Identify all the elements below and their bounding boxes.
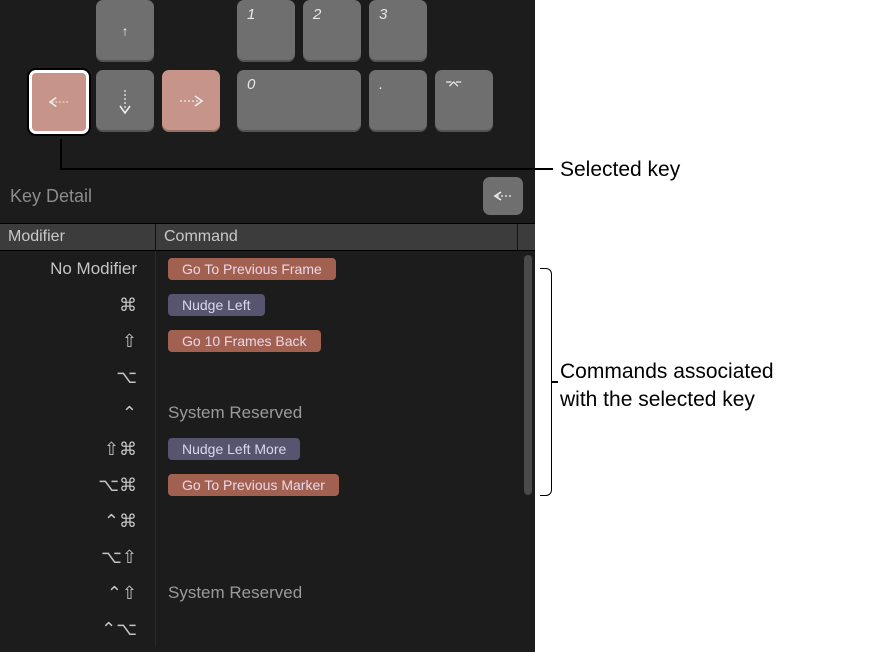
modifier-cell: ⇧ [0,323,156,359]
selected-key-indicator[interactable] [483,177,523,215]
modifier-cell: No Modifier [0,251,156,287]
callout-line [60,139,62,169]
key-enter[interactable]: ⌤ [435,70,493,132]
command-cell: Nudge Left More [156,431,535,467]
key-detail-panel: ↑ 1 2 3 [0,0,535,652]
table-header: Modifier Command [0,223,535,251]
callout-line [552,381,558,383]
modifier-cell: ⌥ [0,359,156,395]
table-row[interactable]: No Modifier Go To Previous Frame [0,251,535,287]
table-row[interactable]: ⌃⇧ System Reserved [0,575,535,611]
key-dot[interactable]: . [369,70,427,132]
key-right[interactable] [162,70,220,132]
table-row[interactable]: ⇧⌘ Nudge Left More [0,431,535,467]
up-arrow-icon: ↑ [122,24,129,39]
callout-line [60,168,553,170]
callout-bracket [540,268,552,496]
left-arrow-icon [32,73,86,131]
down-arrow-icon [96,70,154,132]
key-up[interactable]: ↑ [96,0,154,62]
command-cell: Nudge Left [156,287,535,323]
command-cell: Go To Previous Frame [156,251,535,287]
command-cell [156,611,535,647]
command-pill[interactable]: Nudge Left [168,294,265,316]
command-cell [156,539,535,575]
table-row[interactable]: ⌃⌥ [0,611,535,647]
column-command[interactable]: Command [156,224,517,250]
key-1[interactable]: 1 [237,0,295,62]
command-cell: Go To Previous Marker [156,467,535,503]
key-detail-header: Key Detail [0,165,535,223]
key-0[interactable]: 0 [237,70,361,132]
right-arrow-icon [162,70,220,132]
modifier-cell: ⇧⌘ [0,431,156,467]
key-3[interactable]: 3 [369,0,427,62]
modifier-cell: ⌃⌥ [0,611,156,647]
key-down[interactable] [96,70,154,132]
table-row[interactable]: ⌃ System Reserved [0,395,535,431]
command-cell [156,359,535,395]
command-cell: System Reserved [156,575,535,611]
column-modifier[interactable]: Modifier [0,224,156,250]
column-spacer [517,224,535,250]
command-cell: System Reserved [156,395,535,431]
key-left-selected[interactable] [29,70,89,134]
annotation-selected-key: Selected key [560,156,680,184]
table-row[interactable]: ⌥ [0,359,535,395]
key-2[interactable]: 2 [303,0,361,62]
modifier-cell: ⌥⌘ [0,467,156,503]
modifier-cell: ⌘ [0,287,156,323]
annotation-commands: Commands associated with the selected ke… [560,358,774,415]
table-row[interactable]: ⌘ Nudge Left [0,287,535,323]
table-row[interactable]: ⌥⇧ [0,539,535,575]
table-row[interactable]: ⌥⌘ Go To Previous Marker [0,467,535,503]
key-detail-title: Key Detail [10,186,92,207]
command-pill[interactable]: Go To Previous Marker [168,474,339,496]
table-row[interactable]: ⇧ Go 10 Frames Back [0,323,535,359]
command-pill[interactable]: Nudge Left More [168,438,300,460]
scrollbar[interactable] [524,255,532,495]
command-cell [156,503,535,539]
command-rows: No Modifier Go To Previous Frame ⌘ Nudge… [0,251,535,649]
modifier-cell: ⌃⇧ [0,575,156,611]
modifier-cell: ⌃ [0,395,156,431]
modifier-cell: ⌥⇧ [0,539,156,575]
command-pill[interactable]: Go To Previous Frame [168,258,336,280]
table-row[interactable]: ⌃⌘ [0,503,535,539]
left-arrow-icon [491,188,515,204]
system-reserved-label: System Reserved [168,583,302,603]
command-pill[interactable]: Go 10 Frames Back [168,330,321,352]
modifier-cell: ⌃⌘ [0,503,156,539]
keyboard-layout: ↑ 1 2 3 [0,0,535,165]
system-reserved-label: System Reserved [168,403,302,423]
command-cell: Go 10 Frames Back [156,323,535,359]
